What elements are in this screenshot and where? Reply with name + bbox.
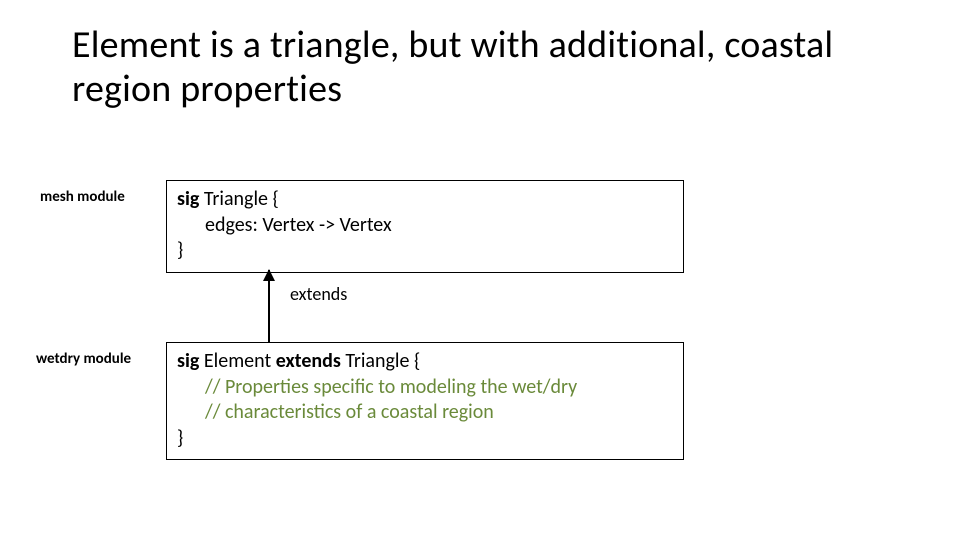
sig-name: Triangle { <box>199 187 278 211</box>
sig-rest: Triangle { <box>341 349 420 373</box>
label-mesh-module: mesh module <box>40 188 125 206</box>
code-comment: // Properties specific to modeling the w… <box>177 375 673 401</box>
extends-label: extends <box>290 283 347 305</box>
keyword-sig: sig <box>177 187 199 211</box>
label-wetdry-module: wetdry module <box>36 350 131 368</box>
keyword-sig: sig <box>177 349 199 373</box>
code-box-element: sig Element extends Triangle { // Proper… <box>166 342 684 460</box>
sig-name: Element <box>199 349 275 373</box>
code-comment: // characteristics of a coastal region <box>177 400 673 426</box>
extends-arrow <box>268 270 270 342</box>
code-close: } <box>177 426 673 452</box>
code-line: sig Triangle { <box>177 187 673 213</box>
slide: Element is a triangle, but with addition… <box>0 0 960 540</box>
keyword-extends: extends <box>276 349 341 373</box>
code-close: } <box>177 238 673 264</box>
slide-title: Element is a triangle, but with addition… <box>72 24 892 111</box>
code-box-triangle: sig Triangle { edges: Vertex -> Vertex } <box>166 180 684 273</box>
code-field: edges: Vertex -> Vertex <box>177 213 673 239</box>
code-line: sig Element extends Triangle { <box>177 349 673 375</box>
